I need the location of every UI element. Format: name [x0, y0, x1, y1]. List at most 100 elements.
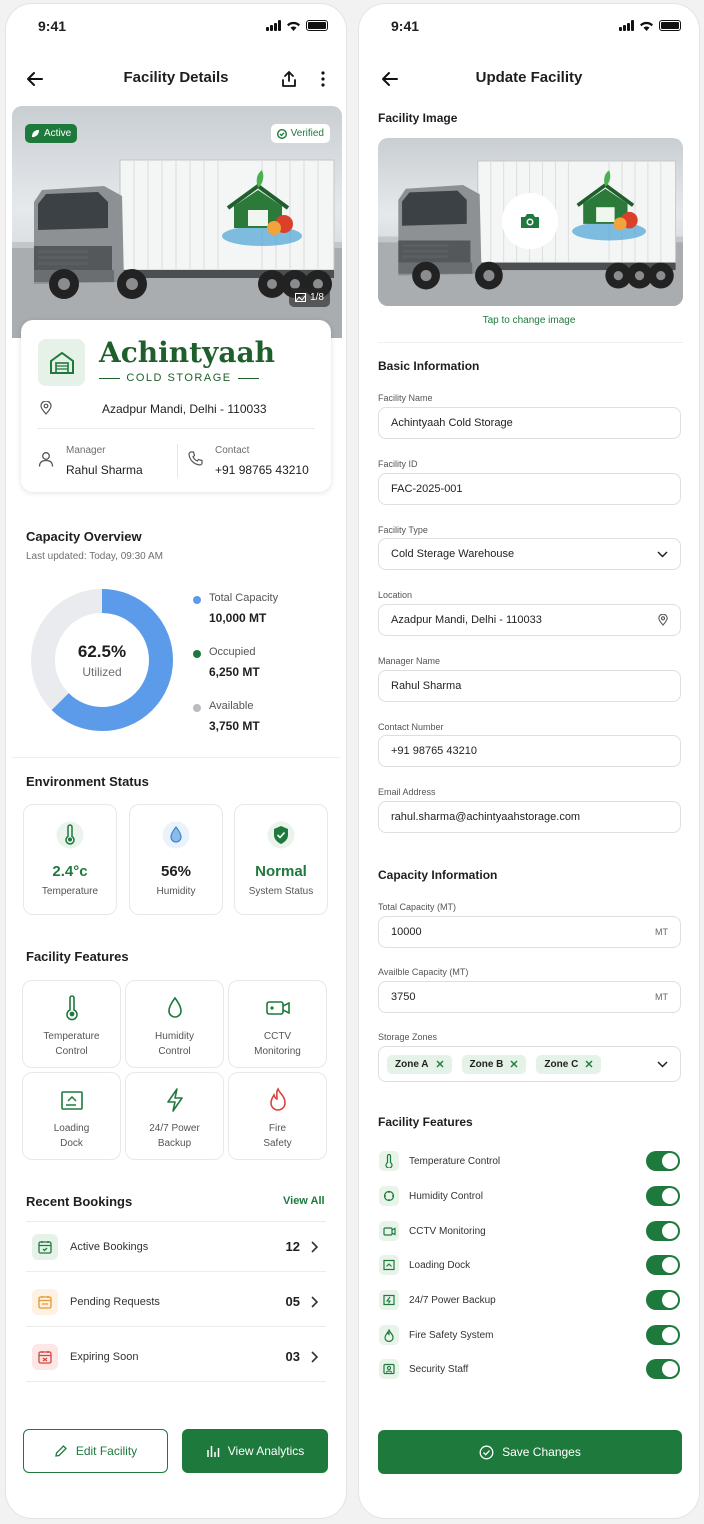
cctv-camera-icon [379, 1221, 399, 1241]
check-circle-icon [479, 1445, 494, 1459]
brand-logo-text: Achintyaah [99, 336, 275, 369]
facility-image-title: Facility Image [378, 111, 458, 125]
app-bar: Facility Details [6, 64, 346, 94]
status-bar: 9:41 [6, 18, 346, 38]
facility-name-field[interactable]: Achintyaah Cold Storage [378, 407, 681, 439]
camera-button[interactable] [502, 193, 558, 249]
contact-number[interactable]: +91 98765 43210 [215, 463, 309, 477]
email-field[interactable]: rahul.sharma@achintyaahstorage.com [378, 801, 681, 833]
facility-type-select[interactable]: Cold Sterage Warehouse [378, 538, 681, 570]
feature-temperature-control: Temperature Control [22, 980, 121, 1068]
chevron-right-icon [311, 1295, 318, 1308]
chevron-down-icon [657, 550, 668, 558]
gallery-icon [295, 293, 307, 302]
change-image-link[interactable]: Tap to change image [359, 315, 699, 326]
more-vertical-icon[interactable] [310, 66, 336, 92]
lightning-icon [166, 1088, 183, 1112]
feature-fire-safety: Fire Safety [228, 1072, 327, 1160]
cctv-monitoring-toggle[interactable] [646, 1221, 680, 1241]
thermometer-icon [379, 1151, 399, 1171]
temperature-card: 2.4°c Temperature [23, 804, 117, 915]
feature-loading-dock: Loading Dock [22, 1072, 121, 1160]
capacity-title: Capacity Overview [26, 529, 142, 544]
shield-check-icon [267, 821, 295, 849]
utilization-label: Utilized [82, 665, 122, 679]
pencil-icon [55, 1445, 67, 1457]
power-backup-toggle[interactable] [646, 1290, 680, 1310]
thermometer-icon [65, 995, 78, 1021]
check-circle-icon [276, 128, 287, 139]
edit-facility-button[interactable]: Edit Facility [23, 1429, 168, 1473]
facility-id-field[interactable]: FAC-2025-001 [378, 473, 681, 505]
save-changes-button[interactable]: Save Changes [378, 1430, 682, 1474]
zone-chip: Zone A [387, 1054, 452, 1074]
booking-row-expiring[interactable]: Expiring Soon 03 [26, 1332, 326, 1382]
capacity-updated: Last updated: Today, 09:30 AM [26, 551, 163, 562]
zone-chip: Zone C [536, 1054, 602, 1074]
zone-chip: Zone B [461, 1054, 527, 1074]
features-title: Facility Features [378, 1115, 473, 1129]
status-time: 9:41 [391, 18, 420, 34]
security-staff-toggle[interactable] [646, 1359, 680, 1379]
manager-label: Manager [66, 445, 106, 456]
close-icon[interactable] [436, 1060, 444, 1068]
chevron-right-icon [311, 1350, 318, 1363]
location-field[interactable]: Azadpur Mandi, Delhi - 110033 [378, 604, 681, 636]
water-drop-icon [167, 996, 182, 1018]
app-bar: Update Facility [359, 64, 699, 94]
features-title: Facility Features [26, 949, 129, 964]
battery-icon [659, 20, 681, 31]
calendar-pending-icon [32, 1288, 58, 1315]
feature-cctv-monitoring: CCTV Monitoring [228, 980, 327, 1068]
capacity-info-title: Capacity Information [378, 868, 498, 882]
view-all-link[interactable]: View All [283, 1195, 325, 1207]
thermometer-icon [56, 821, 84, 849]
storage-zones-select[interactable]: Zone A Zone B Zone C [378, 1046, 681, 1082]
feature-toggle-row: Temperature Control [378, 1150, 681, 1172]
fire-safety-toggle[interactable] [646, 1325, 680, 1345]
environment-title: Environment Status [26, 774, 149, 789]
bar-chart-icon [207, 1446, 219, 1457]
cctv-camera-icon [265, 1001, 290, 1015]
status-bar: 9:41 [359, 18, 699, 38]
share-icon[interactable] [276, 66, 302, 92]
location-pin-icon [658, 614, 668, 626]
close-icon[interactable] [585, 1060, 593, 1068]
booking-row-pending[interactable]: Pending Requests 05 [26, 1277, 326, 1327]
close-icon[interactable] [510, 1060, 518, 1068]
loading-dock-toggle[interactable] [646, 1255, 680, 1275]
capacity-overview-section: Capacity Overview Last updated: Today, 0… [12, 510, 340, 758]
status-time: 9:41 [38, 18, 67, 34]
basic-info-title: Basic Information [378, 359, 480, 373]
available-capacity-field[interactable]: 3750 MT [378, 981, 681, 1013]
temperature-control-toggle[interactable] [646, 1151, 680, 1171]
fire-icon [379, 1325, 399, 1345]
humidity-icon [379, 1186, 399, 1206]
warehouse-icon [38, 339, 85, 386]
signal-icon [619, 20, 634, 31]
booking-row-active[interactable]: Active Bookings 12 [26, 1222, 326, 1272]
active-badge: Active [25, 124, 78, 143]
leaf-icon [31, 129, 40, 138]
legend-dot [193, 650, 201, 658]
feature-toggle-row: 24/7 Power Backup [378, 1289, 681, 1311]
facility-hero-image[interactable]: Active Verified 1/8 [12, 106, 342, 338]
view-analytics-button[interactable]: View Analytics [182, 1429, 328, 1473]
feature-toggle-row: Humidity Control [378, 1185, 681, 1207]
security-staff-icon [379, 1359, 399, 1379]
location-pin-icon [40, 401, 52, 415]
brand-logo-subtitle: COLD STORAGE [126, 372, 232, 384]
total-capacity-field[interactable]: 10000 MT [378, 916, 681, 948]
contact-number-field[interactable]: +91 98765 43210 [378, 735, 681, 767]
humidity-control-toggle[interactable] [646, 1186, 680, 1206]
user-icon [38, 452, 54, 467]
chevron-right-icon [311, 1240, 318, 1253]
wifi-icon [640, 21, 653, 31]
manager-name-field[interactable]: Rahul Sharma [378, 670, 681, 702]
battery-icon [306, 20, 328, 31]
utilization-donut-chart: 62.5% Utilized [30, 588, 174, 732]
phone-icon [188, 451, 203, 466]
feature-power-backup: 24/7 Power Backup [125, 1072, 224, 1160]
water-drop-icon [162, 821, 190, 849]
facility-image-picker[interactable] [378, 138, 683, 306]
